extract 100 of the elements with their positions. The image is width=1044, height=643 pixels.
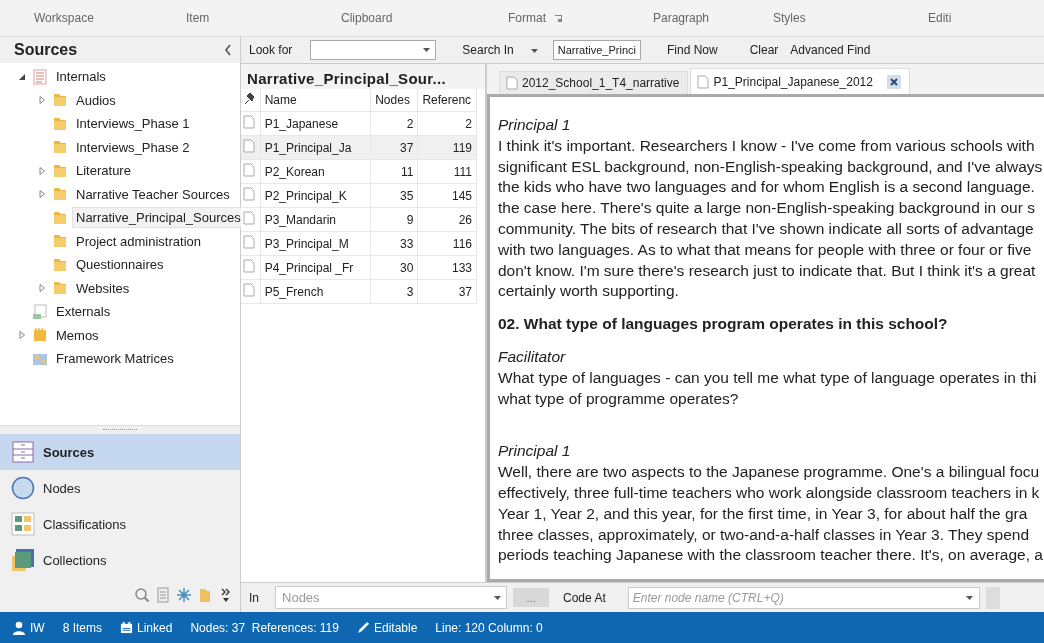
user-icon — [12, 620, 26, 635]
drawers-icon — [11, 440, 35, 464]
collapsed-icon[interactable] — [38, 284, 46, 293]
column-header[interactable]: Referenc — [417, 89, 477, 112]
find-now-button[interactable]: Find Now — [661, 43, 724, 57]
navigation-item[interactable]: Classifications — [0, 506, 240, 542]
navigation-item[interactable]: Nodes — [0, 470, 240, 506]
table-cell: 2 — [370, 111, 418, 136]
document-icon — [32, 303, 48, 320]
table-cell: 11 — [370, 159, 418, 184]
tree-item[interactable]: Memos — [52, 324, 103, 346]
navigation-item[interactable]: Sources — [0, 434, 240, 470]
code-at-label: Code At — [562, 590, 607, 605]
document-tab[interactable]: 2012_School_1_T4_narrative — [499, 71, 689, 94]
table-cell: 111 — [417, 159, 477, 184]
look-for-label: Look for — [248, 43, 294, 57]
clear-button[interactable]: Clear — [743, 43, 785, 57]
tree-item[interactable]: Internals — [52, 66, 110, 88]
table-cell[interactable]: P2_Korean — [260, 159, 371, 184]
collapse-icon[interactable] — [224, 44, 232, 56]
folder-icon — [32, 327, 48, 344]
folder-icon — [52, 139, 68, 156]
folder-icon — [52, 209, 68, 226]
dropdown-arrow-icon[interactable] — [423, 48, 431, 52]
document-icon[interactable] — [155, 587, 171, 603]
folder-icon — [52, 115, 68, 132]
transcript-line: community. The bits of research that I've shown indicate all sorts of advantage — [498, 219, 1035, 239]
folder-icon — [52, 162, 68, 179]
linked-status: Linked — [120, 620, 173, 635]
expanded-icon[interactable] — [18, 72, 26, 81]
transcript-line: Well, there are two aspects to the Japanese programme. One's a bilingual focu — [498, 462, 1041, 483]
ribbon-group-label: Paragraph — [653, 11, 710, 25]
speaker-name: Principal 1 — [498, 441, 572, 462]
tree-item[interactable]: Framework Matrices — [52, 348, 178, 370]
user-status: IW — [12, 620, 45, 635]
coding-counts: Nodes: 37 References: 119 — [190, 620, 339, 635]
table-cell: 133 — [417, 255, 477, 280]
advanced-find-button[interactable]: Advanced Find — [784, 43, 877, 57]
question-heading: 02. What type of languages program operates in this school? — [498, 314, 949, 335]
tree-item[interactable]: Audios — [72, 89, 120, 111]
folder-icon — [52, 256, 68, 273]
cursor-position: Line: 120 Column: 0 — [435, 620, 543, 635]
table-cell[interactable]: P1_Principal_Ja — [260, 135, 371, 160]
transcript-line: don't know. I'm sure there's research just to indicate that. But I think it's a great — [498, 260, 1037, 281]
table-cell: 30 — [370, 255, 418, 280]
collapsed-icon[interactable] — [38, 166, 46, 175]
ribbon-group-label: Styles — [773, 11, 806, 25]
tree-item[interactable]: Interviews_Phase 2 — [72, 136, 194, 158]
transcript-line: What type of languages - can you tell me what type of language operates in thi — [498, 367, 1038, 388]
item-count: 8 Items — [62, 620, 103, 635]
tree-item[interactable]: Literature — [72, 160, 135, 182]
transcript-line: certainly worth supporting. — [498, 281, 680, 302]
ribbon-group-label: Format — [508, 11, 564, 25]
tree-item[interactable]: Narrative Teacher Sources — [72, 183, 234, 205]
tree-item[interactable]: Interviews_Phase 1 — [72, 113, 194, 135]
table-cell: 26 — [417, 207, 477, 232]
search-in-button[interactable]: Search In — [456, 43, 520, 57]
dropdown-arrow-icon[interactable] — [494, 595, 501, 600]
table-cell: 145 — [417, 183, 477, 208]
pin-icon[interactable] — [243, 92, 255, 105]
table-cell: 2 — [417, 111, 477, 136]
transcript-line: the case here. There's quite a large non-English-speaking background in our s — [498, 198, 1036, 219]
navigation-item[interactable]: Collections — [0, 542, 240, 578]
collapsed-icon[interactable] — [38, 190, 46, 199]
transcript-line: I think it's important. Researchers I know - I've come from various schools with — [498, 135, 1036, 156]
network-icon[interactable] — [176, 587, 192, 603]
edit-mode: Editable — [356, 620, 418, 635]
speaker-name: Facilitator — [498, 346, 567, 367]
collapsed-icon[interactable] — [18, 331, 26, 340]
table-cell[interactable]: P3_Mandarin — [260, 207, 371, 232]
column-header[interactable]: Name — [260, 89, 371, 112]
splitter-grip[interactable] — [103, 428, 137, 432]
tree-item[interactable]: Project administration — [72, 230, 205, 252]
folder-icon — [52, 186, 68, 203]
look-for-field[interactable] — [310, 40, 437, 60]
tree-item[interactable]: Questionnaires — [72, 254, 168, 276]
stack-icon — [11, 548, 35, 572]
transcript-line: effectively, three full-time teachers who work alongside classroom teachers in k — [498, 482, 1041, 503]
calendar-icon — [120, 621, 134, 634]
tree-item[interactable]: Externals — [52, 301, 115, 323]
ribbon-group-label: Workspace — [34, 11, 94, 25]
tree-item[interactable]: Websites — [72, 277, 134, 299]
table-cell[interactable]: P5_French — [260, 279, 371, 304]
table-cell[interactable]: P3_Principal_M — [260, 231, 371, 256]
table-cell: 33 — [370, 231, 418, 256]
table-cell: 116 — [417, 231, 477, 256]
search-icon[interactable] — [134, 587, 150, 603]
collapsed-icon[interactable] — [38, 96, 46, 105]
close-icon[interactable] — [886, 74, 901, 89]
table-cell[interactable]: P2_Principal_K — [260, 183, 371, 208]
grid-icon — [11, 512, 35, 536]
document-tab[interactable]: P1_Principal_Japanese_2012 — [690, 68, 910, 94]
transcript-line: periods teaching Japanese with the classroom teacher there. It's, on average, a — [498, 545, 1044, 566]
table-cell[interactable]: P1_Japanese — [260, 111, 371, 136]
table-cell[interactable]: P4_Principal _Fr — [260, 255, 371, 280]
dropdown-arrow-icon[interactable] — [530, 49, 538, 53]
node-name-field[interactable]: Enter node name (CTRL+Q) — [627, 586, 980, 609]
dropdown-arrow-icon[interactable] — [965, 595, 973, 600]
column-header[interactable]: Nodes — [370, 89, 418, 112]
search-in-field[interactable]: Narrative_Princi — [552, 40, 641, 60]
